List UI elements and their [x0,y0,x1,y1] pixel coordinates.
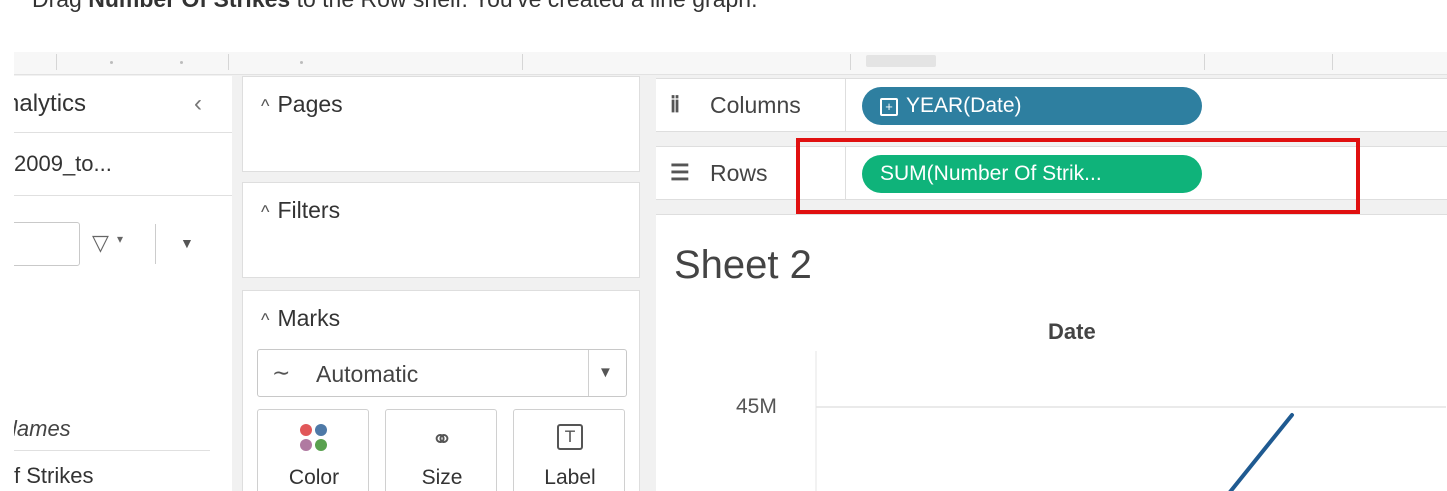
search-input[interactable] [14,222,80,266]
color-label: Color [288,466,340,489]
chevron-down-icon[interactable]: ▼ [598,364,613,381]
cards-column: ^Pages ^Filters ^Marks ∼ Automatic ▼ [232,76,656,491]
datasource-item[interactable]: 2009_to... [14,133,232,196]
marks-card: ^ Marks ∼ Automatic ▼ Color ⚭ Size T Lab… [242,290,640,491]
line-mark-icon: ∼ [272,360,291,385]
divider [155,224,156,264]
text-label-icon: T [557,424,583,450]
label-label: Label [544,466,596,489]
mark-type-label: Automatic [316,361,419,387]
series-line [1228,413,1294,491]
marks-card-title: ^ Marks [261,305,341,331]
columns-shelf-label: ⅱ Columns [656,79,846,131]
rows-icon: ☰ [670,160,690,185]
column-header: Date [1048,319,1096,344]
section-label-names: lames [14,416,71,441]
color-dots-icon [300,424,328,452]
mark-type-dropdown[interactable]: ∼ Automatic ▼ [257,349,627,397]
tableau-window: nalytics ‹ 2009_to... ▽ ▾ ▼ lames f Stri… [14,52,1447,491]
color-button[interactable]: Color [257,409,369,491]
columns-icon: ⅱ [670,92,681,117]
field-search-row: ▽ ▾ ▼ [14,196,232,286]
size-button[interactable]: ⚭ Size [385,409,497,491]
line-chart [815,351,1446,491]
worksheet-canvas[interactable]: Sheet 2 Date 45M [656,214,1447,491]
field-number-of-strikes[interactable]: f Strikes [14,463,93,489]
label-button[interactable]: T Label [513,409,625,491]
rows-shelf[interactable]: ☰ Rows SUM(Number Of Strik... [656,146,1447,200]
year-date-pill[interactable]: + YEAR(Date) [862,87,1202,125]
pane-title: nalytics [14,90,87,117]
pages-card-title: ^ Pages [261,91,343,117]
instruction-text: Drag Number Of Strikes to the Row shelf.… [32,0,757,13]
size-icon: ⚭ [431,424,453,454]
size-label: Size [421,466,463,489]
chevron-left-icon[interactable]: ‹ [194,90,202,118]
filters-card[interactable]: ^ Filters [242,182,640,278]
rows-shelf-label: ☰ Rows [656,147,846,199]
sum-number-of-strikes-pill[interactable]: SUM(Number Of Strik... [862,155,1202,193]
toolbar-strip [14,52,1447,75]
pages-card[interactable]: ^ Pages [242,76,640,172]
data-pane: nalytics ‹ 2009_to... ▽ ▾ ▼ lames f Stri… [14,76,232,491]
chevron-down-icon[interactable]: ▼ [180,235,194,251]
y-tick-label: 45M [736,395,777,418]
filter-caret-icon[interactable]: ▾ [117,232,123,246]
data-pane-header: nalytics ‹ [14,76,232,133]
sheet-title: Sheet 2 [674,243,812,287]
filter-icon[interactable]: ▽ [92,230,109,256]
expand-plus-icon[interactable]: + [880,98,898,116]
chevron-up-icon: ^ [261,96,270,116]
datasource-name: 2009_to... [14,151,112,176]
chevron-up-icon: ^ [261,202,270,222]
filters-card-title: ^ Filters [261,197,341,223]
divider [14,450,210,451]
columns-shelf[interactable]: ⅱ Columns + YEAR(Date) [656,78,1447,132]
chevron-up-icon: ^ [261,310,270,330]
